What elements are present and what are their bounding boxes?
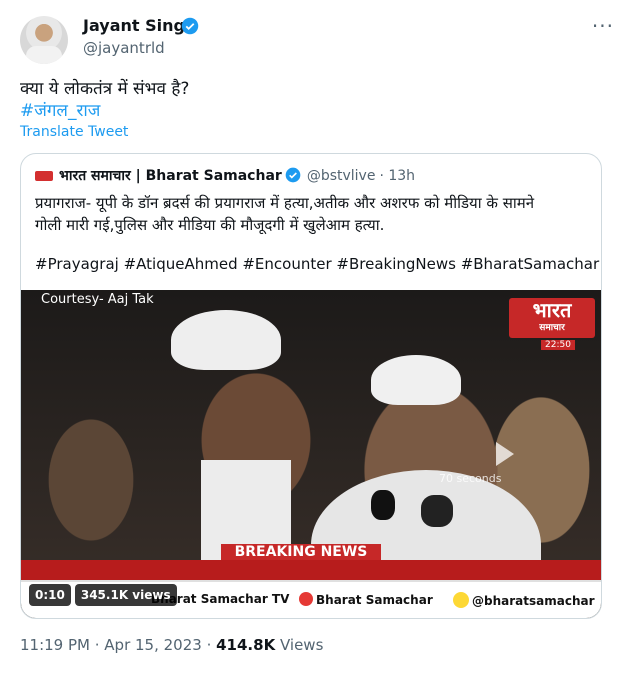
tweet-body: क्या ये लोकतंत्र में संभव है? <box>20 79 190 99</box>
video-time-pill: 0:10 <box>29 584 71 606</box>
quoted-source-name[interactable]: भारत समाचार | Bharat Samachar <box>59 168 282 184</box>
video-views-pill: 345.1K views <box>74 584 177 606</box>
tweet-meta: 11:19 PM · Apr 15, 2023 · 414.8K Views <box>20 636 323 654</box>
video-seconds-overlay: 70 seconds <box>439 472 502 485</box>
video-player[interactable]: Courtesy- Aaj Tak भारत समाचार 22:50 70 se… <box>21 290 601 618</box>
video-controls: 0:10 345.1K views <box>29 584 177 606</box>
channel-logo: भारत समाचार <box>509 298 595 338</box>
more-options-icon[interactable]: ··· <box>592 14 614 38</box>
bottom-snapchat: @bharatsamachar <box>453 592 595 608</box>
bottom-youtube-label: Bharat Samachar <box>316 593 433 607</box>
video-figure <box>371 355 461 405</box>
breaking-news-banner: BREAKING NEWS <box>221 544 381 560</box>
bottom-snapchat-label: @bharatsamachar <box>472 594 595 608</box>
quoted-time: · 13h <box>379 168 416 184</box>
youtube-icon <box>299 592 313 606</box>
quoted-text: प्रयागराज- यूपी के डॉन ब्रदर्स की प्रयाग… <box>35 194 535 234</box>
video-figure <box>171 310 281 370</box>
quoted-handle[interactable]: @bstvlive <box>307 168 376 184</box>
news-ticker <box>21 560 601 580</box>
tweet-text: क्या ये लोकतंत्र में संभव है? #जंगल_राज <box>20 78 189 122</box>
channel-logo-sub: समाचार <box>539 323 565 333</box>
quoted-tweet[interactable]: भारत समाचार | Bharat Samachar @bstvlive · … <box>20 153 602 619</box>
quoted-header: भारत समाचार | Bharat Samachar @bstvlive · … <box>35 166 415 185</box>
author-handle[interactable]: @jayantrld <box>83 39 165 57</box>
video-courtesy-text: Courtesy- Aaj Tak <box>41 292 154 307</box>
verified-badge-icon <box>181 17 199 35</box>
tweet-hashtag[interactable]: #जंगल_राज <box>20 100 189 122</box>
translate-tweet-link[interactable]: Translate Tweet <box>20 124 128 140</box>
microphone-icon <box>421 495 453 527</box>
quoted-hashtags[interactable]: #Prayagraj #AtiqueAhmed #Encounter #Brea… <box>35 255 599 273</box>
verified-badge-icon <box>285 167 301 183</box>
avatar[interactable] <box>20 16 68 64</box>
tweet-views-count: 414.8K <box>216 636 276 654</box>
play-icon[interactable] <box>496 442 514 466</box>
author-name[interactable]: Jayant Singh <box>83 16 196 35</box>
tweet-timestamp[interactable]: 11:19 PM · Apr 15, 2023 · <box>20 636 211 654</box>
source-logo-icon <box>35 171 53 181</box>
microphone-icon <box>371 490 395 520</box>
bottom-youtube: Bharat Samachar <box>299 592 433 607</box>
snapchat-icon <box>453 592 469 608</box>
channel-time: 22:50 <box>541 340 575 350</box>
channel-logo-text: भारत <box>532 298 572 322</box>
tweet-views-label: Views <box>279 636 324 654</box>
